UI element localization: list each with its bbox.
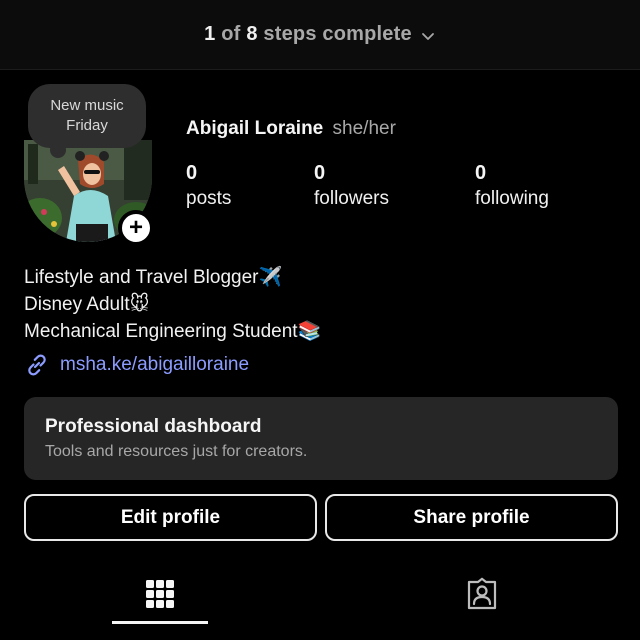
edit-profile-button[interactable]: Edit profile: [24, 494, 317, 541]
dashboard-title: Professional dashboard: [45, 416, 262, 437]
steps-progress-text: 1 of 8 steps complete: [204, 23, 412, 45]
profile-bio: Lifestyle and Travel Blogger✈️ Disney Ad…: [24, 264, 321, 345]
mouse-face-icon: 🐭: [129, 293, 150, 315]
tab-tagged[interactable]: [454, 568, 510, 620]
posts-label: posts: [186, 188, 232, 209]
profile-link-row[interactable]: msha.ke/abigailloraine: [24, 352, 249, 378]
profile-name: Abigail Loraine: [186, 118, 324, 139]
plus-icon: +: [128, 214, 143, 241]
share-profile-button[interactable]: Share profile: [325, 494, 618, 541]
posts-count: 0: [186, 162, 198, 184]
followers-count: 0: [314, 162, 326, 184]
stat-followers[interactable]: 0 followers: [314, 160, 389, 212]
followers-label: followers: [314, 188, 389, 209]
note-text: New music Friday: [50, 97, 124, 134]
dashboard-subtitle: Tools and resources just for creators.: [45, 443, 308, 460]
tagged-icon: [467, 577, 497, 610]
tab-posts-grid[interactable]: [132, 568, 188, 620]
professional-dashboard-card[interactable]: Professional dashboard Tools and resourc…: [24, 397, 618, 480]
books-icon: 📚: [297, 320, 322, 342]
profile-name-row: Abigail Loraine she/her: [186, 118, 396, 140]
add-story-button[interactable]: +: [118, 210, 154, 246]
note-bubble[interactable]: New music Friday: [28, 84, 146, 158]
chevron-down-icon[interactable]: [420, 28, 436, 44]
following-count: 0: [475, 162, 487, 184]
airplane-icon: ✈️: [258, 266, 283, 288]
bio-line: Lifestyle and Travel Blogger✈️: [24, 266, 283, 288]
stat-posts[interactable]: 0 posts: [186, 160, 231, 212]
following-label: following: [475, 188, 549, 209]
link-icon: [28, 354, 46, 376]
active-tab-indicator: [112, 621, 208, 624]
bio-line: Mechanical Engineering Student📚: [24, 320, 322, 342]
profile-pronouns: she/her: [332, 118, 396, 139]
steps-progress-bar[interactable]: 1 of 8 steps complete: [0, 0, 640, 70]
grid-icon: [146, 580, 174, 608]
profile-link[interactable]: msha.ke/abigailloraine: [60, 354, 249, 376]
bio-line: Disney Adult🐭: [24, 293, 150, 315]
stat-following[interactable]: 0 following: [475, 160, 549, 212]
note-bubble-tail: [50, 142, 66, 158]
